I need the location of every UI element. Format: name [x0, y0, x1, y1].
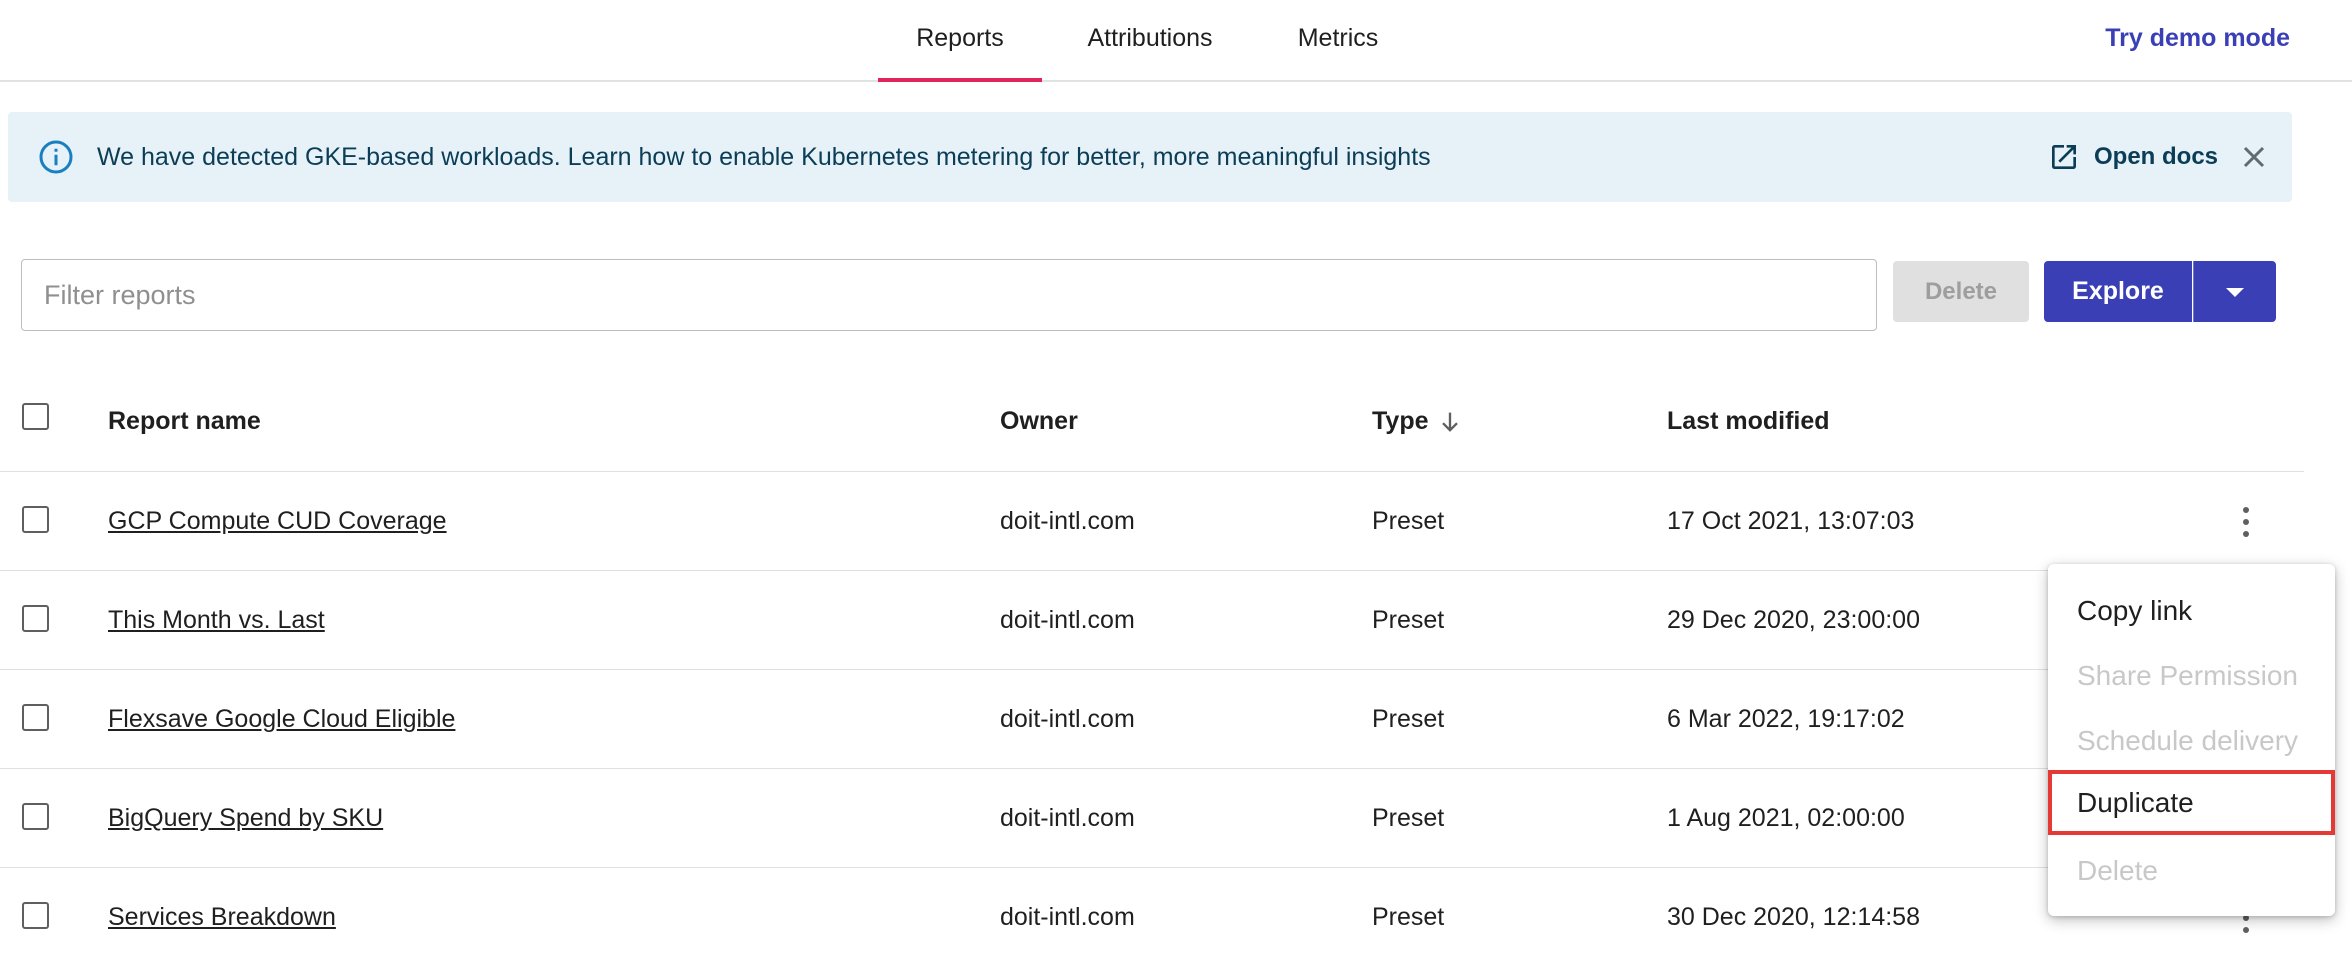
- type-cell: Preset: [1372, 606, 1445, 634]
- owner-cell: doit-intl.com: [1000, 507, 1135, 535]
- row-checkbox[interactable]: [22, 704, 49, 731]
- last-modified-cell: 1 Aug 2021, 02:00:00: [1667, 804, 1905, 832]
- last-modified-cell: 17 Oct 2021, 13:07:03: [1667, 507, 1915, 535]
- type-cell: Preset: [1372, 903, 1445, 931]
- menu-item-delete: Delete: [2077, 855, 2158, 886]
- menu-item-copy-link[interactable]: Copy link: [2048, 578, 2335, 643]
- owner-cell: doit-intl.com: [1000, 903, 1135, 931]
- header-owner[interactable]: Owner: [1000, 407, 1078, 436]
- menu-item-schedule-delivery: Schedule delivery: [2077, 725, 2299, 756]
- select-all-checkbox[interactable]: [22, 403, 49, 430]
- row-checkbox[interactable]: [22, 605, 49, 632]
- explore-button[interactable]: Explore: [2044, 261, 2192, 322]
- owner-cell: doit-intl.com: [1000, 606, 1135, 634]
- last-modified-cell: 30 Dec 2020, 12:14:58: [1667, 903, 1920, 931]
- table-row[interactable]: This Month vs. Last doit-intl.com Preset…: [0, 571, 2304, 670]
- type-cell: Preset: [1372, 507, 1445, 535]
- info-banner: We have detected GKE-based workloads. Le…: [8, 112, 2292, 202]
- owner-cell: doit-intl.com: [1000, 705, 1135, 733]
- more-vert-icon[interactable]: [2230, 472, 2262, 571]
- open-docs-button[interactable]: Open docs: [2048, 112, 2218, 202]
- delete-button: Delete: [1893, 261, 2029, 322]
- last-modified-cell: 29 Dec 2020, 23:00:00: [1667, 606, 1920, 634]
- owner-cell: doit-intl.com: [1000, 804, 1135, 832]
- tab-reports[interactable]: Reports: [878, 0, 1042, 82]
- caret-down-icon: [2226, 288, 2244, 297]
- close-icon[interactable]: [2236, 139, 2272, 175]
- row-checkbox[interactable]: [22, 902, 49, 929]
- top-navigation: Reports Attributions Metrics Try demo mo…: [0, 0, 2352, 82]
- report-name-link[interactable]: Services Breakdown: [108, 903, 336, 932]
- row-checkbox[interactable]: [22, 506, 49, 533]
- tab-metrics[interactable]: Metrics: [1266, 0, 1410, 82]
- arrow-down-icon[interactable]: [1436, 408, 1464, 436]
- report-name-link[interactable]: BigQuery Spend by SKU: [108, 804, 383, 833]
- tab-attributions[interactable]: Attributions: [1064, 0, 1236, 82]
- report-name-link[interactable]: Flexsave Google Cloud Eligible: [108, 705, 455, 734]
- try-demo-mode-link[interactable]: Try demo mode: [2105, 0, 2290, 76]
- table-row[interactable]: BigQuery Spend by SKU doit-intl.com Pres…: [0, 769, 2304, 868]
- table-row[interactable]: GCP Compute CUD Coverage doit-intl.com P…: [0, 472, 2304, 571]
- report-name-link[interactable]: This Month vs. Last: [108, 606, 325, 635]
- explore-dropdown-button[interactable]: [2193, 261, 2276, 322]
- header-report-name[interactable]: Report name: [108, 407, 261, 436]
- type-cell: Preset: [1372, 804, 1445, 832]
- row-context-menu: Copy link Share Permission Schedule deli…: [2048, 564, 2335, 916]
- filter-reports-input[interactable]: [21, 259, 1877, 331]
- type-cell: Preset: [1372, 705, 1445, 733]
- row-checkbox[interactable]: [22, 803, 49, 830]
- menu-item-share-permission: Share Permission: [2077, 660, 2298, 691]
- table-row[interactable]: Flexsave Google Cloud Eligible doit-intl…: [0, 670, 2304, 769]
- open-docs-label: Open docs: [2094, 143, 2219, 170]
- header-type[interactable]: Type: [1372, 407, 1429, 436]
- report-name-link[interactable]: GCP Compute CUD Coverage: [108, 507, 447, 536]
- header-last-modified[interactable]: Last modified: [1667, 407, 1830, 436]
- last-modified-cell: 6 Mar 2022, 19:17:02: [1667, 705, 1905, 733]
- open-in-new-icon: [2052, 145, 2076, 169]
- table-header: Report name Owner Type Last modified: [0, 371, 2304, 472]
- banner-message: We have detected GKE-based workloads. Le…: [97, 143, 1431, 171]
- table-row[interactable]: Services Breakdown doit-intl.com Preset …: [0, 868, 2304, 967]
- info-icon: [39, 140, 73, 174]
- menu-item-duplicate[interactable]: Duplicate: [2048, 770, 2335, 835]
